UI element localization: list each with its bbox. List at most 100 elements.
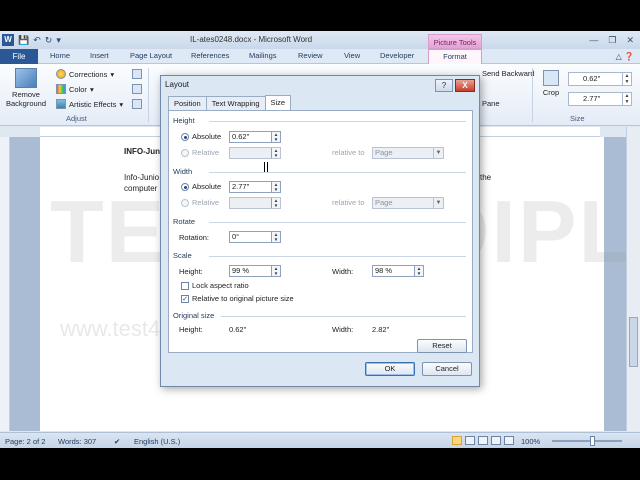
size-panel: Height Absolute 0.62" ▲ ▼ Relative ▲ ▼ rel… bbox=[168, 110, 473, 353]
web-layout-icon[interactable] bbox=[478, 436, 488, 445]
height-relative-input[interactable]: ▲ ▼ bbox=[229, 147, 281, 159]
width-absolute-input[interactable]: 2.77" ▲ ▼ bbox=[229, 181, 281, 193]
height-relative-label: Relative bbox=[192, 148, 220, 157]
spin-updown-icon[interactable]: ▲ ▼ bbox=[271, 132, 280, 142]
tab-size[interactable]: Size bbox=[264, 95, 292, 110]
zoom-slider[interactable] bbox=[552, 440, 622, 442]
tab-page-layout[interactable]: Page Layout bbox=[130, 51, 172, 60]
customize-qat-icon[interactable]: ▾ bbox=[56, 34, 61, 46]
spin-updown-icon[interactable]: ▲ ▼ bbox=[271, 232, 280, 242]
relative-original-size-checkbox[interactable]: ✓ bbox=[181, 295, 189, 303]
tab-file[interactable]: File bbox=[0, 49, 38, 64]
ribbon-width-input[interactable]: 2.77" ▲ ▼ bbox=[568, 92, 632, 106]
language-indicator[interactable]: English (U.S.) bbox=[134, 437, 180, 446]
rotation-input[interactable]: 0° ▲ ▼ bbox=[229, 231, 281, 243]
reset-button[interactable]: Reset bbox=[417, 339, 467, 353]
lock-aspect-ratio-checkbox[interactable] bbox=[181, 282, 189, 290]
tab-developer[interactable]: Developer bbox=[380, 51, 414, 60]
scale-height-label: Height: bbox=[179, 267, 203, 276]
vertical-scrollbar[interactable] bbox=[626, 127, 640, 431]
tab-references[interactable]: References bbox=[191, 51, 229, 60]
print-layout-icon[interactable] bbox=[452, 436, 462, 445]
dialog-close-button[interactable]: X bbox=[455, 79, 475, 92]
tab-view[interactable]: View bbox=[344, 51, 360, 60]
section-divider bbox=[209, 172, 466, 173]
width-relative-to-select[interactable]: Page ▼ bbox=[372, 197, 444, 209]
crop-icon bbox=[543, 70, 559, 86]
proofing-icon[interactable]: ✔ bbox=[114, 437, 120, 446]
height-relative-to-select[interactable]: Page ▼ bbox=[372, 147, 444, 159]
tab-review[interactable]: Review bbox=[298, 51, 323, 60]
send-backward-button[interactable]: Send Backward bbox=[482, 69, 535, 78]
view-buttons bbox=[452, 436, 514, 445]
close-icon[interactable]: ✕ bbox=[626, 35, 634, 46]
draft-icon[interactable] bbox=[504, 436, 514, 445]
ribbon-height-input[interactable]: 0.62" ▲ ▼ bbox=[568, 72, 632, 86]
change-picture-icon[interactable] bbox=[132, 84, 142, 94]
scale-width-input[interactable]: 98 % ▲ ▼ bbox=[372, 265, 424, 277]
outline-icon[interactable] bbox=[491, 436, 501, 445]
save-icon[interactable]: 💾 bbox=[18, 34, 29, 46]
minimize-ribbon-icon[interactable]: △ bbox=[616, 52, 622, 61]
redo-icon[interactable]: ↻ bbox=[45, 34, 53, 46]
scale-width-label: Width: bbox=[332, 267, 354, 276]
reset-picture-icon[interactable] bbox=[132, 99, 142, 109]
rotation-label: Rotation: bbox=[179, 233, 210, 242]
width-relative-radio[interactable] bbox=[181, 199, 189, 207]
tab-insert[interactable]: Insert bbox=[90, 51, 109, 60]
spin-updown-icon[interactable]: ▲ ▼ bbox=[271, 266, 280, 276]
remove-background-button[interactable]: Remove Background bbox=[4, 68, 48, 108]
cancel-button[interactable]: Cancel bbox=[422, 362, 472, 376]
page-count[interactable]: Page: 2 of 2 bbox=[5, 437, 45, 446]
help-icon[interactable]: ❓ bbox=[624, 52, 634, 61]
height-relative-to-label: relative to bbox=[332, 148, 365, 157]
width-relative-input[interactable]: ▲ ▼ bbox=[229, 197, 281, 209]
crop-button[interactable]: Crop bbox=[540, 70, 562, 97]
tab-home[interactable]: Home bbox=[50, 51, 70, 60]
spin-updown-icon[interactable]: ▲ ▼ bbox=[271, 148, 280, 158]
picture-tools-header: Picture Tools bbox=[428, 34, 482, 49]
width-absolute-radio[interactable] bbox=[181, 183, 189, 191]
tab-format[interactable]: Format bbox=[428, 49, 482, 65]
word-count[interactable]: Words: 307 bbox=[58, 437, 96, 446]
zoom-level[interactable]: 100% bbox=[521, 437, 540, 446]
tab-mailings[interactable]: Mailings bbox=[249, 51, 277, 60]
minimize-icon[interactable]: — bbox=[589, 35, 598, 46]
artistic-effects-button[interactable]: Artistic Effects ▾ bbox=[56, 99, 123, 109]
undo-icon[interactable]: ↶ bbox=[33, 34, 41, 46]
compress-pictures-icon[interactable] bbox=[132, 69, 142, 79]
zoom-slider-thumb[interactable] bbox=[590, 436, 595, 446]
spin-updown-icon[interactable]: ▲ ▼ bbox=[414, 266, 423, 276]
height-absolute-radio[interactable] bbox=[181, 133, 189, 141]
scale-width-value: 98 % bbox=[375, 266, 393, 275]
height-relative-radio[interactable] bbox=[181, 149, 189, 157]
tab-text-wrapping[interactable]: Text Wrapping bbox=[205, 96, 266, 110]
ribbon-height-value: 0.62" bbox=[583, 74, 601, 83]
scale-section-title: Scale bbox=[173, 251, 192, 260]
spin-updown-icon[interactable]: ▲ ▼ bbox=[271, 198, 280, 208]
selection-pane-label: Pane bbox=[482, 99, 500, 108]
spin-updown-icon[interactable]: ▲ ▼ bbox=[622, 93, 631, 105]
height-absolute-input[interactable]: 0.62" ▲ ▼ bbox=[229, 131, 281, 143]
scrollbar-thumb[interactable] bbox=[629, 317, 638, 367]
maximize-icon[interactable]: ❐ bbox=[608, 35, 616, 46]
rotate-section-title: Rotate bbox=[173, 217, 196, 226]
corrections-button[interactable]: Corrections ▾ bbox=[56, 69, 114, 79]
spin-updown-icon[interactable]: ▲ ▼ bbox=[271, 182, 280, 192]
original-size-section-title: Original size bbox=[173, 311, 215, 320]
ok-button[interactable]: OK bbox=[365, 362, 415, 376]
height-absolute-value: 0.62" bbox=[232, 132, 250, 141]
scale-height-input[interactable]: 99 % ▲ ▼ bbox=[229, 265, 281, 277]
chevron-down-icon: ▾ bbox=[110, 69, 115, 79]
spin-updown-icon[interactable]: ▲ ▼ bbox=[622, 73, 631, 85]
color-button[interactable]: Color ▾ bbox=[56, 84, 94, 94]
selection-pane-button[interactable]: Pane bbox=[482, 99, 500, 108]
group-separator bbox=[148, 68, 149, 122]
word-window: W 💾 ↶ ↻ ▾ IL-ates0248.docx - Microsoft W… bbox=[0, 31, 640, 448]
chevron-down-icon: ▼ bbox=[433, 198, 443, 208]
tab-position[interactable]: Position bbox=[168, 96, 207, 110]
vertical-ruler[interactable] bbox=[0, 137, 10, 431]
full-screen-reading-icon[interactable] bbox=[465, 436, 475, 445]
dialog-help-button[interactable]: ? bbox=[435, 79, 453, 92]
remove-background-icon bbox=[15, 68, 37, 88]
